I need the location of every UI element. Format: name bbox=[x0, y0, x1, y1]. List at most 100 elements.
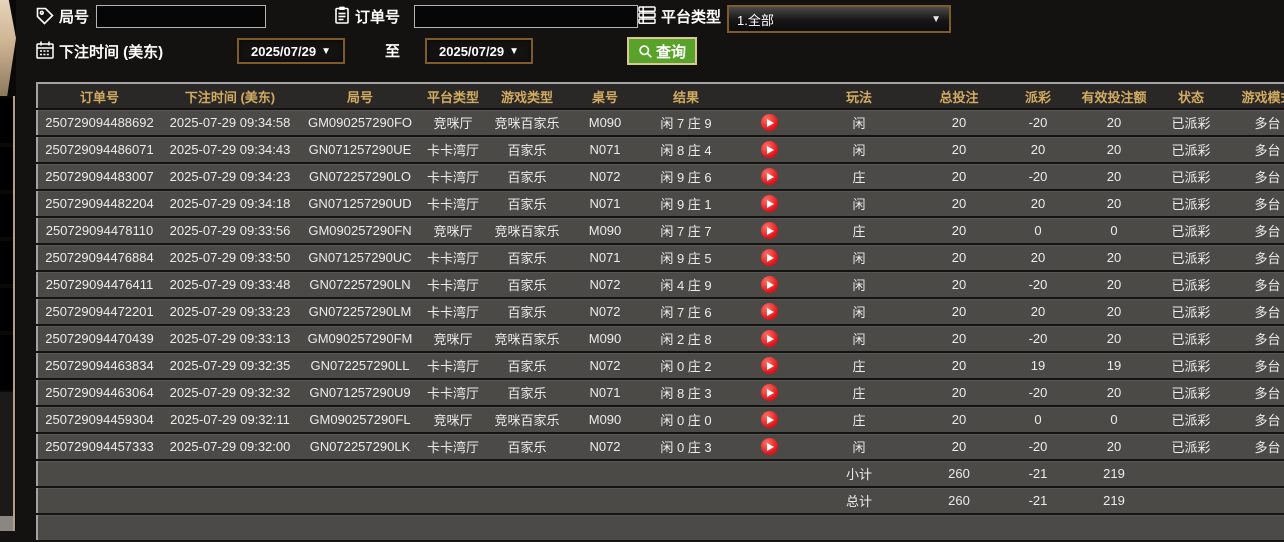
valid-bet-cell: 0 bbox=[1069, 217, 1159, 244]
play-cell bbox=[731, 433, 807, 460]
status-cell: 已派彩 bbox=[1159, 406, 1223, 433]
status-cell: 已派彩 bbox=[1159, 244, 1223, 271]
bet-table-body: 2507290944886922025-07-29 09:34:58GM0902… bbox=[37, 109, 1284, 541]
play-result-icon[interactable] bbox=[761, 249, 778, 266]
platform-type-cell: 卡卡湾厅 bbox=[421, 352, 485, 379]
play-cell bbox=[731, 109, 807, 136]
valid-bet-cell: 20 bbox=[1069, 325, 1159, 352]
play-result-icon[interactable] bbox=[761, 276, 778, 293]
platform-type-cell: 竞咪厅 bbox=[421, 217, 485, 244]
date-to-picker[interactable]: 2025/07/29▼ bbox=[425, 38, 533, 64]
play-result-icon[interactable] bbox=[761, 114, 778, 131]
payout-cell: 20 bbox=[1007, 136, 1069, 163]
payout-cell: 0 bbox=[1007, 406, 1069, 433]
valid-bet-cell: 20 bbox=[1069, 433, 1159, 460]
column-header bbox=[731, 83, 807, 109]
play-cell bbox=[731, 325, 807, 352]
search-button[interactable]: 查询 bbox=[627, 37, 697, 65]
platform-type-cell: 竞咪厅 bbox=[421, 109, 485, 136]
play-result-icon[interactable] bbox=[761, 357, 778, 374]
table-no-cell: N071 bbox=[569, 136, 641, 163]
summary-row: 小计260-21219 bbox=[37, 460, 1284, 487]
tab-wedge bbox=[0, 0, 16, 96]
game-result-cell: 闲 0 庄 3 bbox=[641, 433, 731, 460]
summary-label-cell: 小计 bbox=[807, 460, 911, 487]
play-cell bbox=[731, 352, 807, 379]
column-header: 订单号 bbox=[37, 83, 161, 109]
platform-type-cell: 卡卡湾厅 bbox=[421, 136, 485, 163]
total-bet-cell: 20 bbox=[911, 325, 1007, 352]
date-to-value: 2025/07/29 bbox=[439, 44, 504, 59]
strip-dark-area bbox=[0, 392, 13, 516]
table-row: 2507290944573332025-07-29 09:32:00GN0722… bbox=[37, 433, 1284, 460]
total-bet-cell: 20 bbox=[911, 136, 1007, 163]
play-result-icon[interactable] bbox=[761, 303, 778, 320]
play-result-icon[interactable] bbox=[761, 330, 778, 347]
column-header: 桌号 bbox=[569, 83, 641, 109]
total-bet-cell: 20 bbox=[911, 406, 1007, 433]
total-bet-cell: 20 bbox=[911, 271, 1007, 298]
game-type-cell: 百家乐 bbox=[485, 298, 569, 325]
play-result-icon[interactable] bbox=[761, 195, 778, 212]
status-cell: 已派彩 bbox=[1159, 298, 1223, 325]
game-mode-cell: 多台 bbox=[1223, 352, 1284, 379]
date-from-value: 2025/07/29 bbox=[251, 44, 316, 59]
play-result-icon[interactable] bbox=[761, 384, 778, 401]
table-row: 2507290944781102025-07-29 09:33:56GM0902… bbox=[37, 217, 1284, 244]
game-type-cell: 百家乐 bbox=[485, 271, 569, 298]
valid-bet-cell: 20 bbox=[1069, 244, 1159, 271]
bet-time-cell: 2025-07-29 09:32:32 bbox=[161, 379, 299, 406]
play-result-icon[interactable] bbox=[761, 168, 778, 185]
column-header: 玩法 bbox=[807, 83, 911, 109]
order-no-cell: 250729094463064 bbox=[37, 379, 161, 406]
game-type-cell: 百家乐 bbox=[485, 190, 569, 217]
status-cell: 已派彩 bbox=[1159, 433, 1223, 460]
play-cell bbox=[731, 244, 807, 271]
table-no-cell: M090 bbox=[569, 217, 641, 244]
total-bet-cell: 20 bbox=[911, 298, 1007, 325]
payout-cell: 20 bbox=[1007, 244, 1069, 271]
platform-type-select[interactable]: 1.全部 ▼ bbox=[727, 5, 951, 33]
total-bet-cell: 20 bbox=[911, 379, 1007, 406]
play-result-icon[interactable] bbox=[761, 141, 778, 158]
bet-time-cell: 2025-07-29 09:34:18 bbox=[161, 190, 299, 217]
summary-total-bet-cell: 260 bbox=[911, 487, 1007, 514]
play-result-icon[interactable] bbox=[761, 438, 778, 455]
column-header: 总投注 bbox=[911, 83, 1007, 109]
order-no-cell: 250729094483007 bbox=[37, 163, 161, 190]
platform-type-cell: 卡卡湾厅 bbox=[421, 271, 485, 298]
bet-type-cell: 闲 bbox=[807, 190, 911, 217]
strip-block bbox=[0, 335, 13, 390]
table-row: 2507290944860712025-07-29 09:34:43GN0712… bbox=[37, 136, 1284, 163]
play-cell bbox=[731, 136, 807, 163]
platform-type-cell: 竞咪厅 bbox=[421, 325, 485, 352]
platform-type-cell: 卡卡湾厅 bbox=[421, 379, 485, 406]
game-result-cell: 闲 9 庄 1 bbox=[641, 190, 731, 217]
table-row: 2507290944830072025-07-29 09:34:23GN0722… bbox=[37, 163, 1284, 190]
bet-type-cell: 闲 bbox=[807, 271, 911, 298]
play-result-icon[interactable] bbox=[761, 222, 778, 239]
column-header: 平台类型 bbox=[421, 83, 485, 109]
bet-records-table: 订单号下注时间 (美东)局号平台类型游戏类型桌号结果玩法总投注派彩有效投注额状态… bbox=[36, 82, 1284, 542]
payout-cell: 0 bbox=[1007, 217, 1069, 244]
game-result-cell: 闲 7 庄 6 bbox=[641, 298, 731, 325]
summary-payout-cell: -21 bbox=[1007, 487, 1069, 514]
date-from-picker[interactable]: 2025/07/29▼ bbox=[237, 38, 345, 64]
round-number-input[interactable] bbox=[96, 5, 266, 28]
order-number-input[interactable] bbox=[414, 5, 638, 28]
game-mode-cell: 多台 bbox=[1223, 325, 1284, 352]
game-type-cell: 百家乐 bbox=[485, 352, 569, 379]
game-result-cell: 闲 9 庄 5 bbox=[641, 244, 731, 271]
total-bet-cell: 20 bbox=[911, 190, 1007, 217]
bet-type-cell: 闲 bbox=[807, 433, 911, 460]
round-no-cell: GN072257290LK bbox=[299, 433, 421, 460]
order-no-cell: 250729094470439 bbox=[37, 325, 161, 352]
strip-block bbox=[0, 241, 13, 284]
order-no-cell: 250729094478110 bbox=[37, 217, 161, 244]
column-header: 有效投注额 bbox=[1069, 83, 1159, 109]
payout-cell: 20 bbox=[1007, 298, 1069, 325]
game-mode-cell: 多台 bbox=[1223, 163, 1284, 190]
strip-block bbox=[0, 194, 13, 237]
play-result-icon[interactable] bbox=[761, 411, 778, 428]
search-button-label: 查询 bbox=[656, 41, 686, 62]
